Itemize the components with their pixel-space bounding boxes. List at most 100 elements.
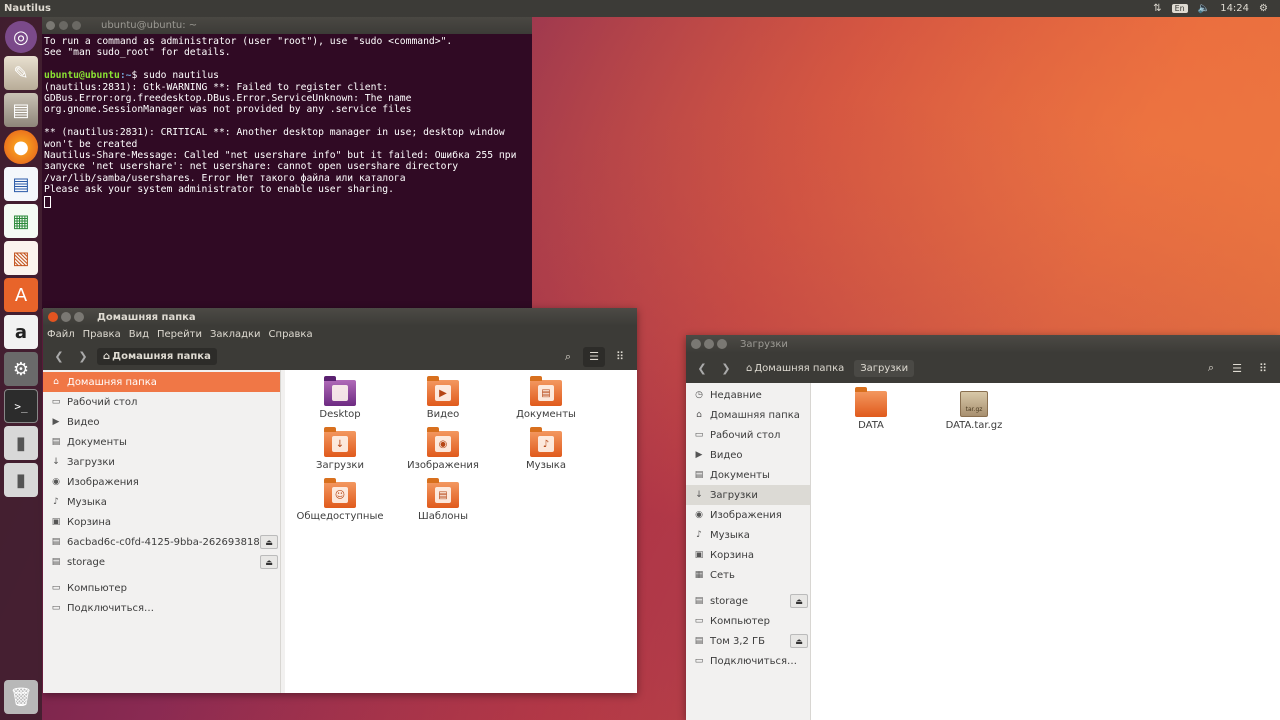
menu-edit[interactable]: Правка bbox=[83, 329, 121, 340]
minimize-button[interactable] bbox=[59, 21, 68, 30]
eject-icon[interactable]: ⏏ bbox=[260, 555, 278, 569]
file-item-pictures[interactable]: ◉ Изображения bbox=[398, 427, 488, 471]
breadcrumb-downloads[interactable]: Загрузки bbox=[854, 359, 915, 377]
file-manager-home-window[interactable]: Домашняя папка Файл Правка Вид Перейти З… bbox=[43, 308, 637, 693]
sidebar-item-network[interactable]: ▦ Сеть bbox=[686, 565, 810, 585]
software-center-icon[interactable]: A bbox=[4, 278, 38, 312]
close-button[interactable] bbox=[691, 339, 701, 349]
menu-help[interactable]: Справка bbox=[269, 329, 313, 340]
terminal-output[interactable]: To run a command as administrator (user … bbox=[42, 34, 532, 210]
dash-icon[interactable]: ◎ bbox=[5, 21, 37, 53]
terminal-cursor bbox=[44, 195, 51, 208]
usb-drive-icon[interactable]: ▮ bbox=[4, 426, 38, 460]
sidebar-item-documents[interactable]: ▤ Документы bbox=[686, 465, 810, 485]
breadcrumb-home[interactable]: ⌂ Домашняя папка bbox=[740, 360, 850, 377]
maximize-button[interactable] bbox=[72, 21, 81, 30]
sidebar-item-desktop[interactable]: ▭ Рабочий стол bbox=[43, 392, 280, 412]
file-item-desktop[interactable]: Desktop bbox=[295, 376, 385, 420]
close-button[interactable] bbox=[48, 312, 58, 322]
file-item-downloads[interactable]: ↓ Загрузки bbox=[295, 427, 385, 471]
sidebar-item-downloads[interactable]: ↓ Загрузки bbox=[686, 485, 810, 505]
breadcrumb-home[interactable]: ⌂ Домашняя папка bbox=[97, 348, 217, 365]
minimize-button[interactable] bbox=[704, 339, 714, 349]
file-manager-downloads-window[interactable]: Загрузки ❮ ❯ ⌂ Домашняя папка Загрузки ⌕ … bbox=[686, 335, 1280, 720]
file-view[interactable]: Desktop ▶ Видео ▤ Документы ↓ Загрузки ◉ Изо… bbox=[281, 370, 637, 693]
sidebar-item-downloads[interactable]: ↓ Загрузки bbox=[43, 452, 280, 472]
file-item-templates[interactable]: ▤ Шаблоны bbox=[398, 478, 488, 522]
sidebar-item-trash[interactable]: ▣ Корзина bbox=[43, 512, 280, 532]
sidebar-item-music[interactable]: ♪ Музыка bbox=[43, 492, 280, 512]
close-button[interactable] bbox=[46, 21, 55, 30]
sidebar-label: storage bbox=[67, 556, 105, 568]
menu-bookmarks[interactable]: Закладки bbox=[210, 329, 261, 340]
sidebar-item-computer[interactable]: ▭ Компьютер bbox=[686, 611, 810, 631]
files-icon[interactable]: ▤ bbox=[4, 93, 38, 127]
grid-view-button[interactable]: ⠿ bbox=[609, 347, 631, 367]
sidebar-item-trash[interactable]: ▣ Корзина bbox=[686, 545, 810, 565]
file-label: Загрузки bbox=[316, 460, 364, 471]
sidebar-item-storage[interactable]: ▤ storage ⏏ bbox=[686, 591, 810, 611]
menu-view[interactable]: Вид bbox=[129, 329, 149, 340]
keyboard-layout-indicator[interactable]: En bbox=[1171, 4, 1188, 13]
sidebar-item-connect-server[interactable]: ▭ Подключиться… bbox=[43, 598, 280, 618]
window-titlebar[interactable]: Домашняя папка bbox=[43, 308, 637, 326]
eject-icon[interactable]: ⏏ bbox=[260, 535, 278, 549]
libreoffice-calc-icon[interactable]: ▦ bbox=[4, 204, 38, 238]
sidebar-item-pictures[interactable]: ◉ Изображения bbox=[686, 505, 810, 525]
sidebar-item-volume-uuid[interactable]: ▤ 6acbad6c-c0fd-4125-9bba-2626938185a1 ⏏ bbox=[43, 532, 280, 552]
sidebar-item-pictures[interactable]: ◉ Изображения bbox=[43, 472, 280, 492]
terminal-titlebar[interactable]: ubuntu@ubuntu: ~ bbox=[42, 17, 532, 34]
sidebar-item-volume[interactable]: ▤ Том 3,2 ГБ ⏏ bbox=[686, 631, 810, 651]
maximize-button[interactable] bbox=[717, 339, 727, 349]
list-view-button[interactable]: ☰ bbox=[583, 346, 605, 367]
places-sidebar: ⌂ Домашняя папка ▭ Рабочий стол ▶ Видео ▤ До… bbox=[43, 370, 281, 693]
file-view[interactable]: DATA tar.gz DATA.tar.gz bbox=[811, 383, 1280, 720]
minimize-button[interactable] bbox=[61, 312, 71, 322]
file-item-data-archive[interactable]: tar.gz DATA.tar.gz bbox=[929, 391, 1019, 431]
window-titlebar[interactable]: Загрузки bbox=[686, 335, 1280, 353]
eject-icon[interactable]: ⏏ bbox=[790, 594, 808, 608]
file-item-videos[interactable]: ▶ Видео bbox=[398, 376, 488, 420]
sidebar-item-computer[interactable]: ▭ Компьютер bbox=[43, 578, 280, 598]
amazon-icon[interactable]: a bbox=[4, 315, 38, 349]
grid-view-button[interactable]: ⠿ bbox=[1252, 358, 1274, 378]
clock[interactable]: 14:24 bbox=[1220, 3, 1249, 14]
menu-file[interactable]: Файл bbox=[47, 329, 75, 340]
sidebar-item-desktop[interactable]: ▭ Рабочий стол bbox=[686, 425, 810, 445]
sidebar-item-videos[interactable]: ▶ Видео bbox=[43, 412, 280, 432]
usb-drive-2-icon[interactable]: ▮ bbox=[4, 463, 38, 497]
file-item-data-folder[interactable]: DATA bbox=[826, 387, 916, 431]
sidebar-item-videos[interactable]: ▶ Видео bbox=[686, 445, 810, 465]
install-icon[interactable]: ✎ bbox=[4, 56, 38, 90]
back-button[interactable]: ❮ bbox=[692, 358, 712, 378]
sidebar-item-home[interactable]: ⌂ Домашняя папка bbox=[43, 372, 280, 392]
trash-icon[interactable]: 🗑 bbox=[4, 680, 38, 714]
maximize-button[interactable] bbox=[74, 312, 84, 322]
search-button[interactable]: ⌕ bbox=[1200, 358, 1222, 378]
file-item-music[interactable]: ♪ Музыка bbox=[501, 427, 591, 471]
search-button[interactable]: ⌕ bbox=[557, 347, 579, 367]
sidebar-item-storage[interactable]: ▤ storage ⏏ bbox=[43, 552, 280, 572]
terminal-icon[interactable]: >_ bbox=[4, 389, 38, 423]
sidebar-item-recent[interactable]: ◷ Недавние bbox=[686, 385, 810, 405]
system-settings-icon[interactable]: ⚙ bbox=[4, 352, 38, 386]
forward-button[interactable]: ❯ bbox=[716, 358, 736, 378]
forward-button[interactable]: ❯ bbox=[73, 347, 93, 367]
back-button[interactable]: ❮ bbox=[49, 347, 69, 367]
sidebar-item-documents[interactable]: ▤ Документы bbox=[43, 432, 280, 452]
network-icon[interactable]: ⇅ bbox=[1153, 3, 1161, 14]
file-item-public[interactable]: ☺ Общедоступные bbox=[295, 478, 385, 522]
power-gear-icon[interactable]: ⚙ bbox=[1259, 3, 1268, 14]
menu-go[interactable]: Перейти bbox=[157, 329, 202, 340]
list-view-button[interactable]: ☰ bbox=[1226, 358, 1248, 378]
sidebar-item-music[interactable]: ♪ Музыка bbox=[686, 525, 810, 545]
sidebar-item-connect-server[interactable]: ▭ Подключиться… bbox=[686, 651, 810, 671]
terminal-window[interactable]: ubuntu@ubuntu: ~ To run a command as adm… bbox=[42, 17, 532, 309]
file-item-documents[interactable]: ▤ Документы bbox=[501, 376, 591, 420]
libreoffice-impress-icon[interactable]: ▧ bbox=[4, 241, 38, 275]
sidebar-item-home[interactable]: ⌂ Домашняя папка bbox=[686, 405, 810, 425]
libreoffice-writer-icon[interactable]: ▤ bbox=[4, 167, 38, 201]
volume-icon[interactable]: 🔈 bbox=[1198, 3, 1210, 14]
firefox-icon[interactable]: ● bbox=[4, 130, 38, 164]
eject-icon[interactable]: ⏏ bbox=[790, 634, 808, 648]
